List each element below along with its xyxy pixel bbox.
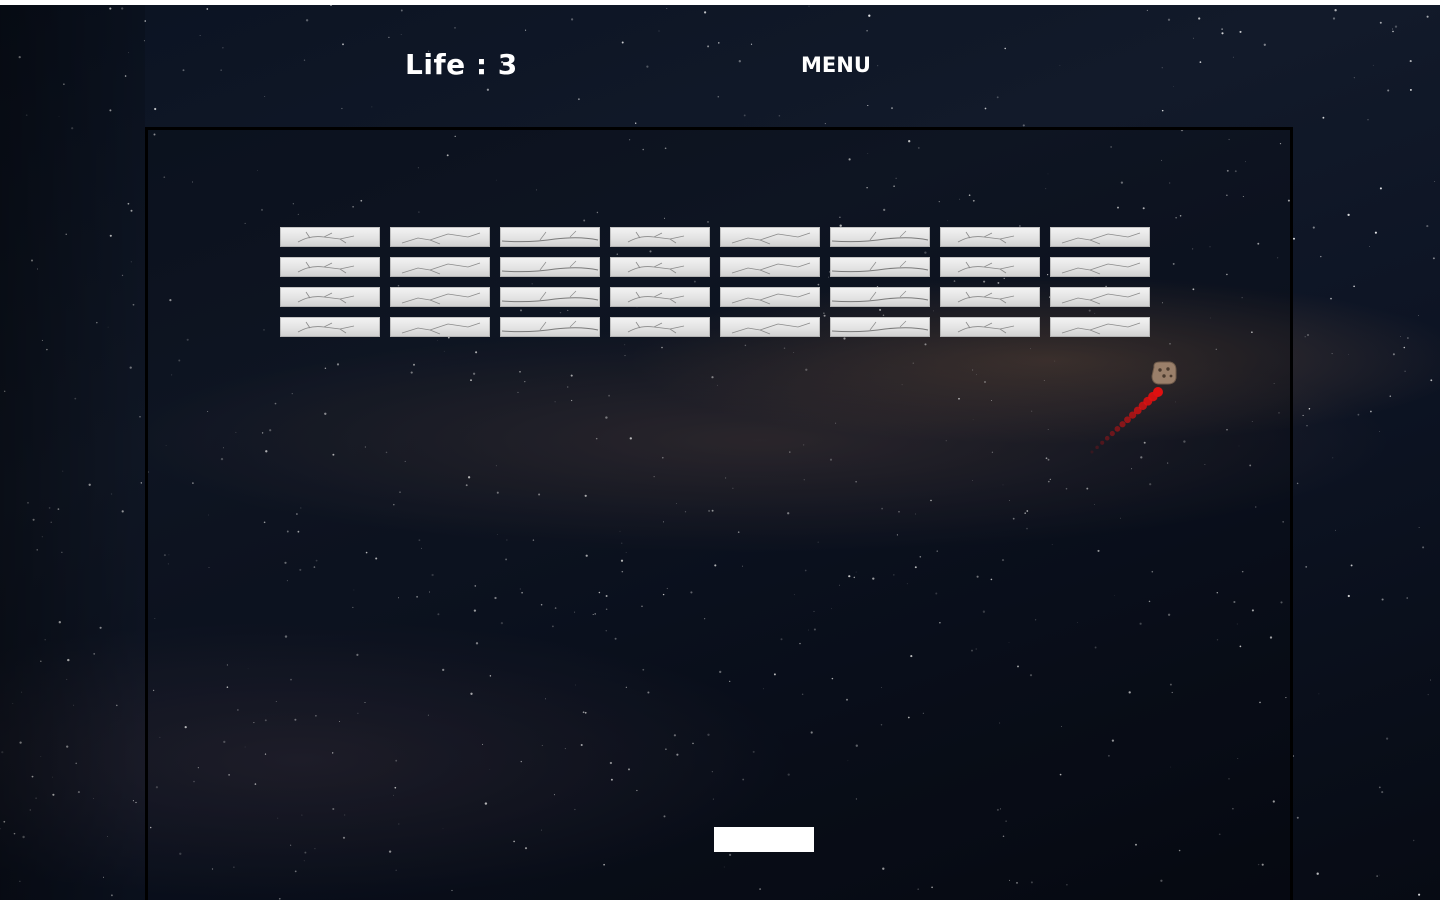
- brick: [280, 257, 380, 277]
- brick: [280, 227, 380, 247]
- brick: [1050, 257, 1150, 277]
- brick: [720, 257, 820, 277]
- brick: [940, 227, 1040, 247]
- paddle[interactable]: [714, 827, 814, 852]
- game-screen[interactable]: Life : 3 MENU: [0, 0, 1440, 900]
- brick: [720, 317, 820, 337]
- brick: [940, 287, 1040, 307]
- brick: [280, 287, 380, 307]
- brick: [1050, 287, 1150, 307]
- brick: [390, 257, 490, 277]
- brick: [500, 287, 600, 307]
- brick: [390, 317, 490, 337]
- brick: [830, 257, 930, 277]
- menu-button[interactable]: MENU: [801, 53, 871, 77]
- brick: [280, 317, 380, 337]
- brick: [830, 287, 930, 307]
- brick: [500, 317, 600, 337]
- ball: [1151, 361, 1177, 385]
- brick: [610, 227, 710, 247]
- brick: [720, 227, 820, 247]
- brick: [940, 317, 1040, 337]
- brick: [1050, 227, 1150, 247]
- hud-bar: Life : 3 MENU: [0, 0, 1440, 120]
- brick: [610, 317, 710, 337]
- brick: [610, 257, 710, 277]
- brick: [610, 287, 710, 307]
- brick: [1050, 317, 1150, 337]
- brick: [500, 257, 600, 277]
- brick: [830, 317, 930, 337]
- brick: [500, 227, 600, 247]
- brick: [390, 287, 490, 307]
- lives-counter: Life : 3: [405, 48, 518, 81]
- brick: [720, 287, 820, 307]
- brick: [390, 227, 490, 247]
- background-shade: [0, 5, 145, 900]
- brick: [940, 257, 1040, 277]
- brick: [830, 227, 930, 247]
